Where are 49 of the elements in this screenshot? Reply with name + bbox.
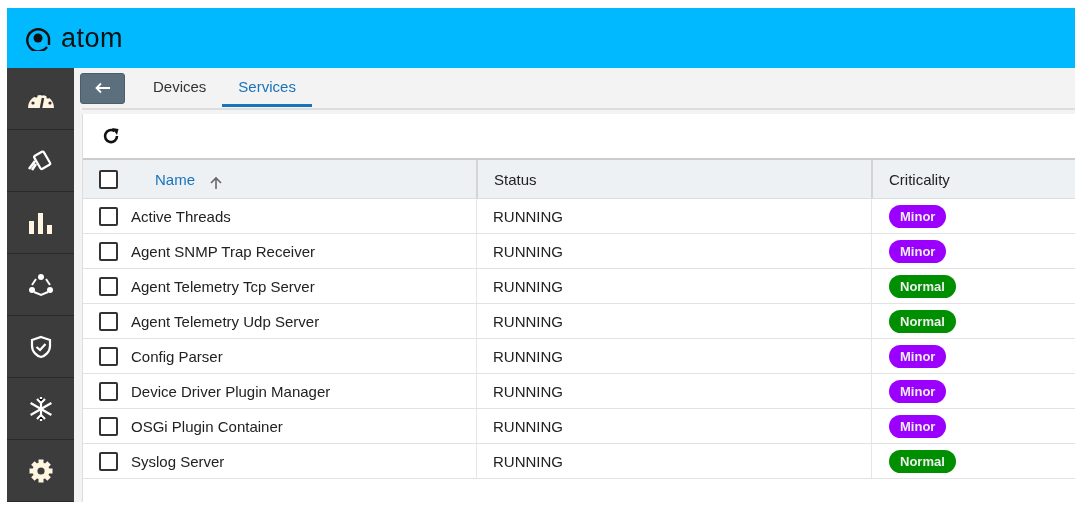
checkbox[interactable] xyxy=(99,346,118,366)
criticality-badge: Normal xyxy=(889,274,956,298)
back-button[interactable] xyxy=(80,72,125,104)
table-cell: Active Threads xyxy=(131,207,231,225)
checkbox[interactable] xyxy=(99,381,118,401)
checkbox[interactable] xyxy=(99,311,118,331)
bar-chart-icon xyxy=(27,211,54,234)
table-cell: Agent Telemetry Tcp Server xyxy=(131,277,315,295)
checkbox[interactable] xyxy=(99,169,118,189)
logo-icon xyxy=(25,25,51,51)
table-cell: Device Driver Plugin Manager xyxy=(131,382,331,400)
table-cell: Agent SNMP Trap Receiver xyxy=(131,242,315,260)
checkbox[interactable] xyxy=(99,276,118,296)
criticality-badge: Minor xyxy=(889,379,947,403)
checkbox[interactable] xyxy=(99,206,118,226)
criticality-badge: Normal xyxy=(889,449,956,473)
shield-check-icon xyxy=(29,334,52,359)
snowflake-icon xyxy=(27,395,54,422)
network-nodes-icon xyxy=(27,272,54,297)
table-cell: RUNNING xyxy=(493,382,563,400)
table-cell: RUNNING xyxy=(493,312,563,330)
criticality-badge: Minor xyxy=(889,239,947,263)
tab[interactable]: Services xyxy=(222,69,312,107)
checkbox[interactable] xyxy=(99,241,118,261)
column-header[interactable]: Criticality xyxy=(889,170,950,188)
table-cell: RUNNING xyxy=(493,242,563,260)
table-cell: OSGi Plugin Container xyxy=(131,417,283,435)
table-cell: RUNNING xyxy=(493,452,563,470)
criticality-badge: Minor xyxy=(889,204,947,228)
column-header[interactable]: Status xyxy=(494,170,537,188)
criticality-badge: Minor xyxy=(889,344,947,368)
table-cell: Syslog Server xyxy=(131,452,225,470)
criticality-badge: Minor xyxy=(889,414,947,438)
criticality-badge: Normal xyxy=(889,309,956,333)
tab[interactable]: Devices xyxy=(141,69,219,107)
table-cell: RUNNING xyxy=(493,277,563,295)
refresh-icon[interactable] xyxy=(101,126,121,146)
table-cell: RUNNING xyxy=(493,347,563,365)
table-cell: Agent Telemetry Udp Server xyxy=(131,312,320,330)
app-logo: atom xyxy=(61,22,124,54)
checkbox[interactable] xyxy=(99,451,118,471)
checkbox[interactable] xyxy=(99,416,118,436)
table-cell: RUNNING xyxy=(493,207,563,225)
table-cell: Config Parser xyxy=(131,347,223,365)
column-header[interactable]: Name xyxy=(155,170,195,188)
sort-up-arrow-icon[interactable] xyxy=(209,176,223,190)
table-cell: RUNNING xyxy=(493,417,563,435)
back-arrow-icon xyxy=(94,82,111,94)
settings-icon xyxy=(27,457,54,484)
